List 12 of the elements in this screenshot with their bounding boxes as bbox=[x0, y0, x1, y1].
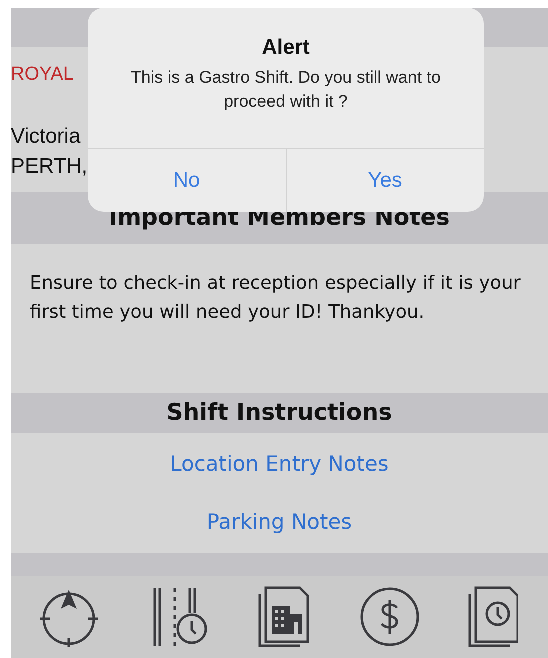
confirm-button[interactable]: Yes bbox=[286, 149, 484, 212]
instruction-link[interactable]: Parking Notes bbox=[206, 510, 352, 534]
alert-title: Alert bbox=[262, 36, 310, 60]
instruction-link[interactable]: Location Entry Notes bbox=[170, 452, 389, 476]
address-line: Victoria bbox=[11, 124, 81, 150]
section-heading: Shift Instructions bbox=[11, 392, 548, 433]
dollar-icon[interactable] bbox=[359, 586, 421, 648]
clock-document-icon[interactable] bbox=[466, 586, 518, 648]
venue-name: ROYAL bbox=[11, 64, 74, 86]
address-line: PERTH, bbox=[11, 154, 88, 180]
notes-text: Ensure to check-in at reception especially if it is your first time you will need your ID! Thankyou. bbox=[29, 272, 522, 325]
alert-message: This is a Gastro Shift. Do you still want to proceed with it ? bbox=[130, 67, 442, 113]
